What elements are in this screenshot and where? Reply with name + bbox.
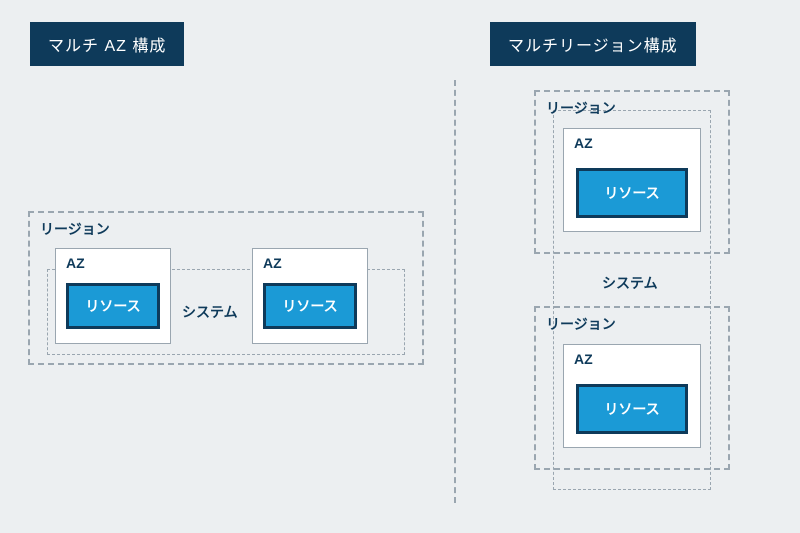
right-az-label-2: AZ bbox=[574, 351, 593, 367]
right-region-label-1: リージョン bbox=[546, 98, 616, 118]
left-resource-box-1: リソース bbox=[66, 283, 160, 329]
multi-az-title: マルチ AZ 構成 bbox=[30, 22, 184, 66]
right-resource-label-1: リソース bbox=[604, 183, 659, 203]
right-resource-label-2: リソース bbox=[604, 399, 659, 419]
left-resource-label-2: リソース bbox=[282, 296, 337, 316]
multi-region-title-text: マルチリージョン構成 bbox=[508, 38, 678, 55]
multi-region-title: マルチリージョン構成 bbox=[490, 22, 696, 66]
left-az-label-1: AZ bbox=[66, 255, 85, 271]
right-system-label: システム bbox=[602, 273, 658, 293]
right-resource-box-1: リソース bbox=[576, 168, 688, 218]
right-az-label-1: AZ bbox=[574, 135, 593, 151]
right-region-label-2: リージョン bbox=[546, 314, 616, 334]
left-system-label: システム bbox=[182, 302, 238, 322]
vertical-divider bbox=[454, 80, 456, 503]
left-resource-box-2: リソース bbox=[263, 283, 357, 329]
left-resource-label-1: リソース bbox=[85, 296, 140, 316]
left-az-label-2: AZ bbox=[263, 255, 282, 271]
multi-az-title-text: マルチ AZ 構成 bbox=[48, 38, 166, 55]
left-region-label: リージョン bbox=[40, 219, 110, 239]
right-resource-box-2: リソース bbox=[576, 384, 688, 434]
